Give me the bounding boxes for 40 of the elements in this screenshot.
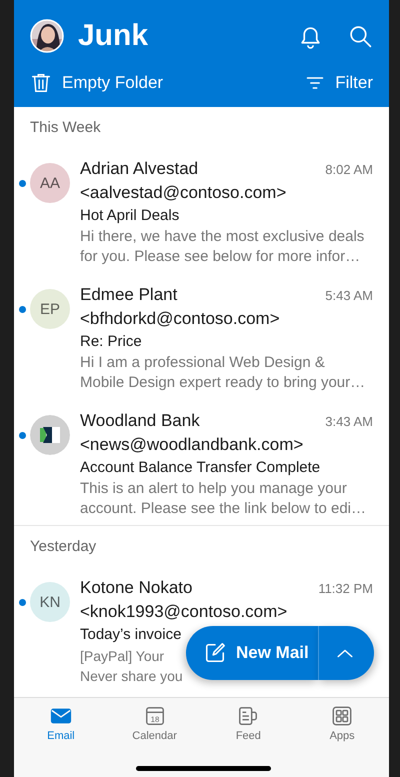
section-heading: Yesterday	[30, 538, 96, 554]
feed-icon	[237, 705, 260, 727]
avatar: KN	[30, 582, 70, 622]
sender-email: <news@woodlandbank.com>	[80, 434, 304, 456]
message-time: 3:43 AM	[325, 414, 373, 429]
message-subject: Today’s invoice	[80, 625, 182, 645]
section-heading: This Week	[30, 118, 101, 136]
expand-button[interactable]	[318, 626, 374, 680]
message-preview: Hi there, we have the most exclusive deals for you. Please see below for more infor…	[80, 227, 366, 267]
folder-title: Junk	[78, 19, 148, 53]
message-subject: Account Balance Transfer Complete	[80, 458, 320, 478]
message-time: 11:32 PM	[318, 581, 373, 596]
message-time: 5:43 AM	[325, 288, 373, 303]
message-subject: Hot April Deals	[80, 206, 180, 226]
tab[interactable]: Apps	[295, 698, 389, 743]
trash-icon	[30, 72, 52, 94]
empty-folder-button[interactable]: Empty Folder	[30, 72, 164, 94]
compose-icon	[204, 642, 226, 664]
new-mail-button[interactable]: New Mail	[186, 626, 318, 680]
apps-grid-icon	[331, 705, 354, 727]
sender-email: <bfhdorkd@contoso.com>	[80, 308, 281, 330]
sender-name: Adrian Alvestad	[80, 158, 198, 180]
message-preview: Hi I am a professional Web Design & Mobile Design expert ready to bring your…	[80, 353, 366, 393]
message-preview: Never share you	[80, 667, 183, 686]
tab[interactable]: Feed	[202, 698, 296, 743]
search-icon[interactable]	[348, 24, 373, 48]
message-preview: This is an alert to help you manage your account. Please see the link below to edi…	[80, 479, 368, 519]
sender-email: <knok1993@contoso.com>	[80, 601, 288, 623]
filter-button[interactable]: Filter	[305, 73, 373, 93]
sender-email: <aalvestad@contoso.com>	[80, 182, 288, 204]
sender-name: Woodland Bank	[80, 410, 200, 432]
message-subject: Re: Price	[80, 332, 142, 352]
avatar: AA	[30, 163, 70, 203]
message-preview: [PayPal] Your	[80, 647, 164, 666]
chevron-up-icon	[336, 648, 354, 658]
avatar: EP	[30, 289, 70, 329]
tab[interactable]: Email	[14, 698, 108, 743]
sender-name: Kotone Nokato	[80, 577, 192, 599]
message-time: 8:02 AM	[325, 162, 373, 177]
sender-name: Edmee Plant	[80, 284, 178, 306]
